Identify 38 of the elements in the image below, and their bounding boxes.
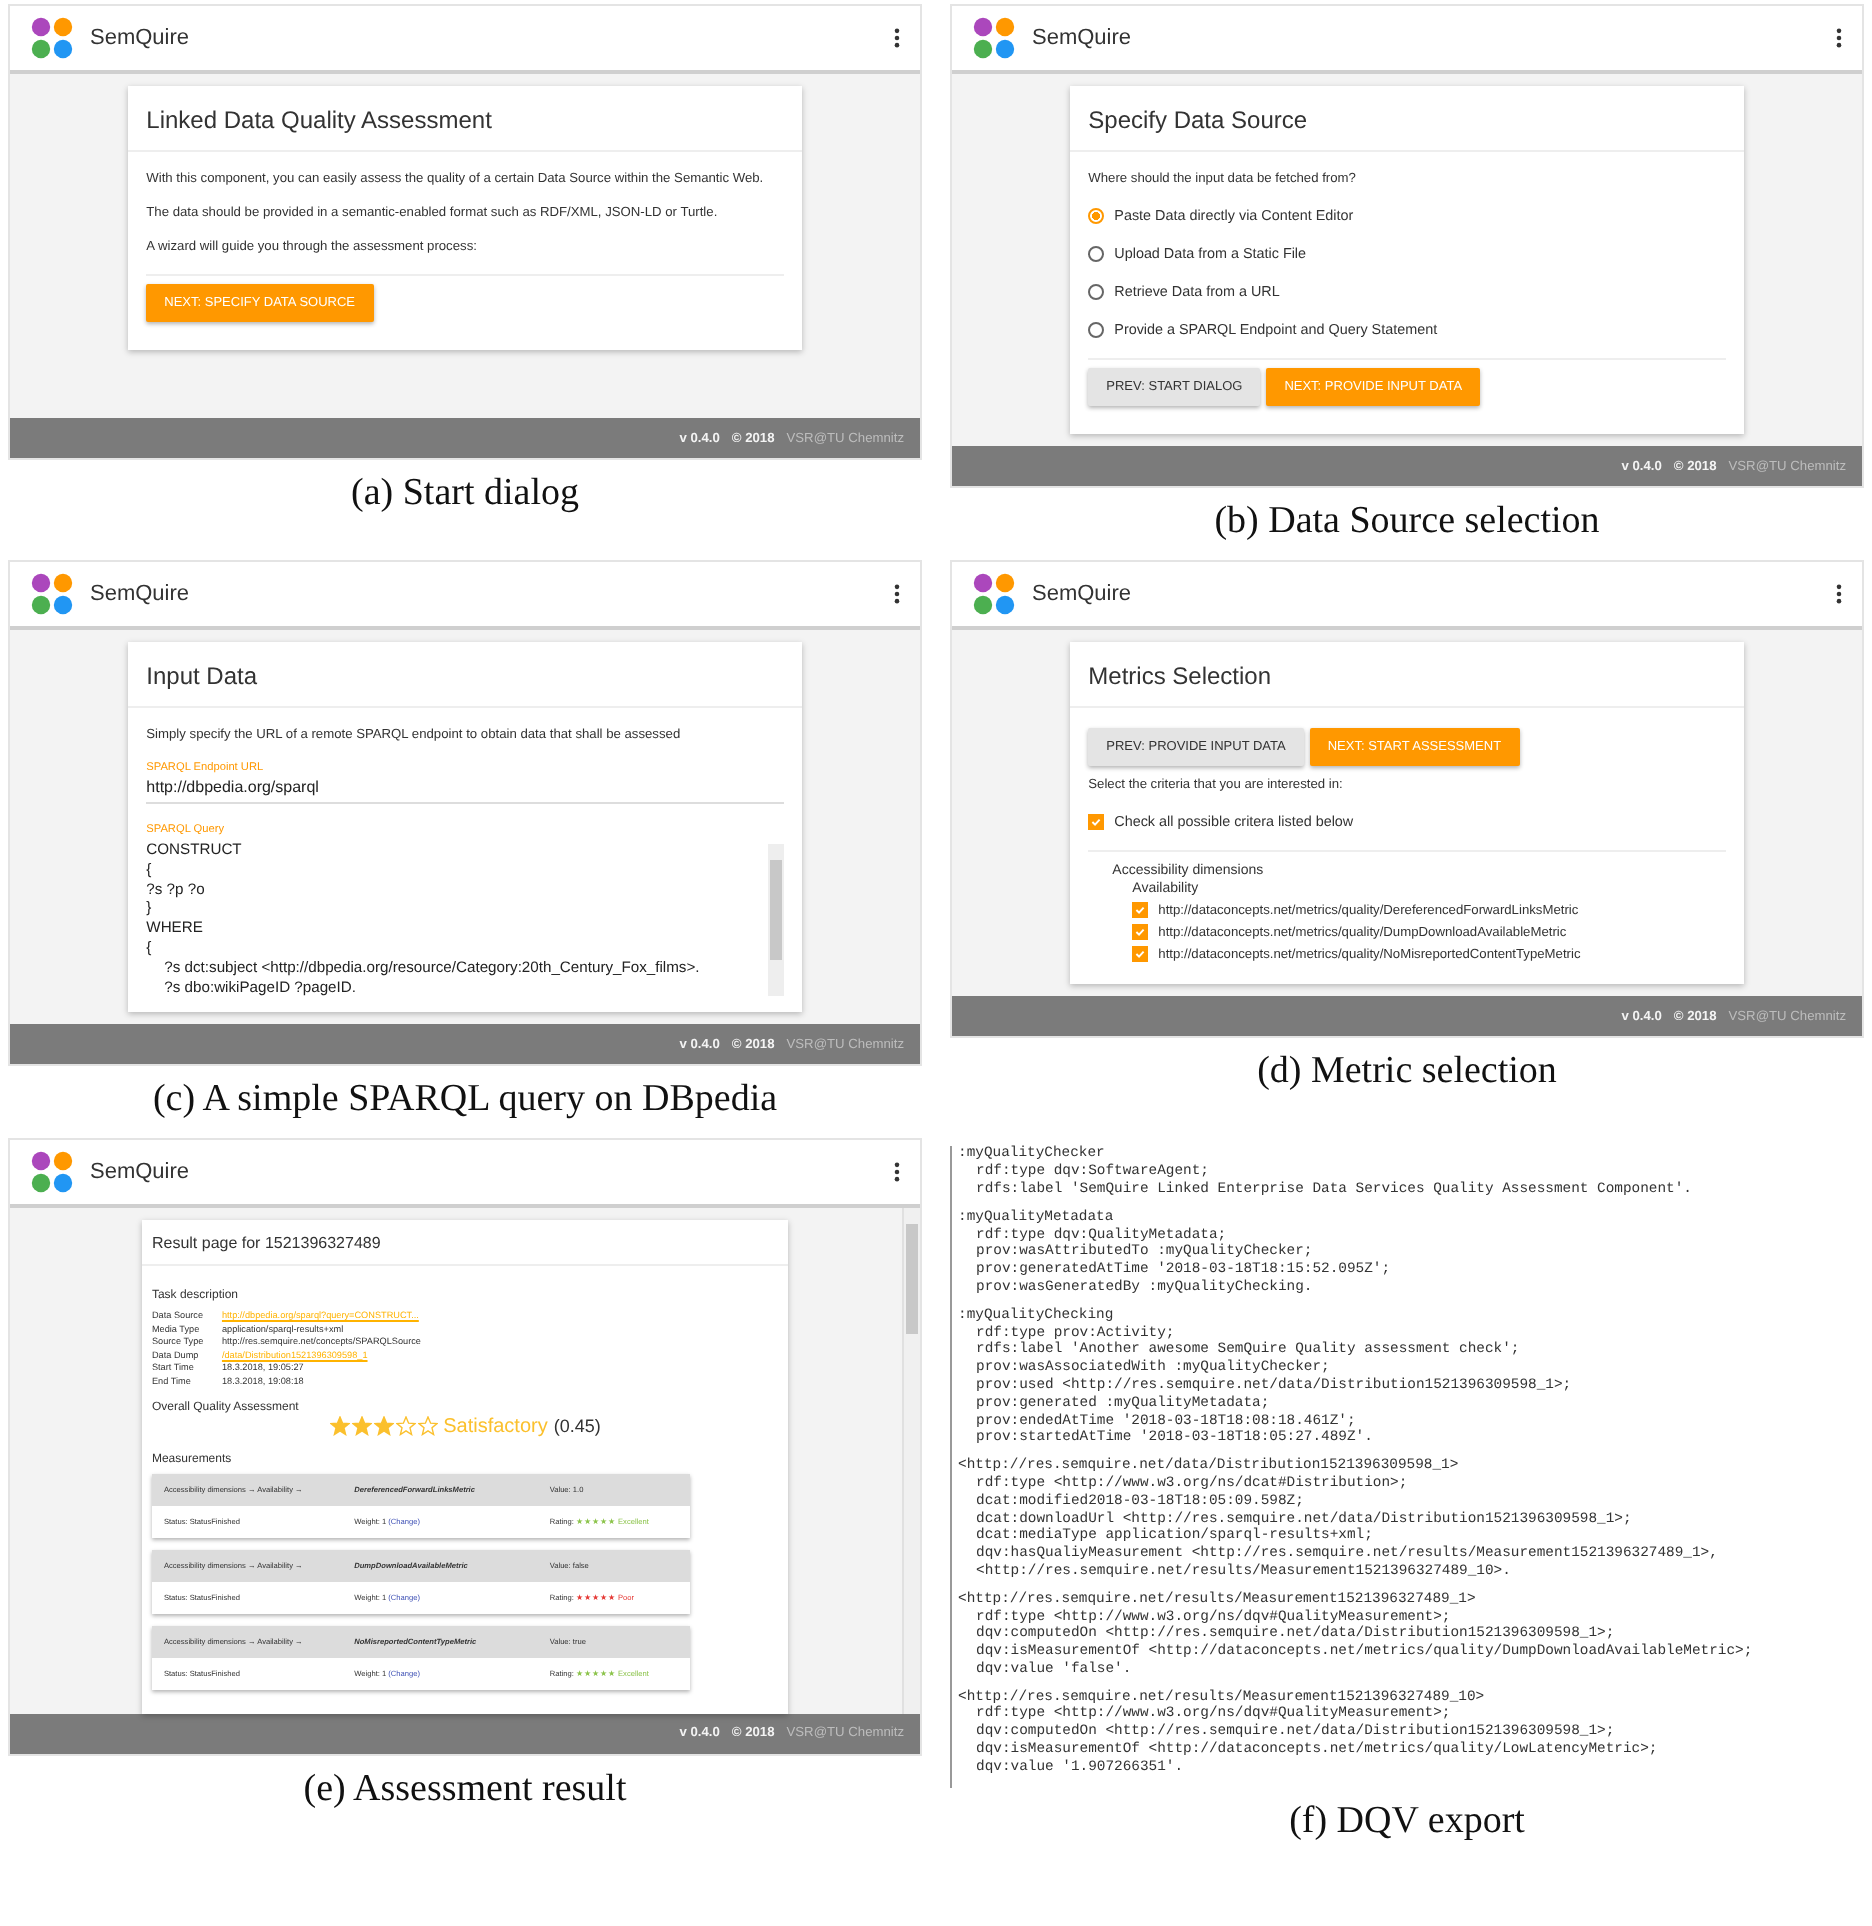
checkbox[interactable]: [1088, 813, 1105, 829]
radio-button[interactable]: [1088, 245, 1105, 261]
endpoint-url-field[interactable]: http://dbpedia.org/sparql: [146, 774, 784, 804]
scrollbar[interactable]: [902, 1208, 920, 1714]
checkbox[interactable]: [1132, 902, 1149, 918]
menu-icon[interactable]: [894, 1162, 900, 1183]
figure-caption: (c) A simple SPARQL query on DBpedia: [152, 1076, 778, 1125]
menu-icon[interactable]: [1836, 584, 1842, 604]
figure-caption: (a) Start dialog: [351, 470, 579, 518]
logo-icon: [30, 1150, 74, 1195]
score-text: (0.45): [553, 1416, 601, 1437]
rating-text: Satisfactory: [443, 1415, 548, 1438]
checkbox[interactable]: [1132, 946, 1149, 962]
menu-icon[interactable]: [894, 28, 900, 48]
radio-button[interactable]: [1088, 283, 1105, 299]
menu-icon[interactable]: [894, 584, 900, 604]
radio-button[interactable]: [1088, 321, 1105, 337]
radio-button[interactable]: [1088, 207, 1105, 223]
card-title: Input Data: [128, 642, 802, 708]
logo-icon: [30, 16, 74, 60]
figure-caption: (d) Metric selection: [1257, 1048, 1557, 1096]
logo-icon: [30, 572, 74, 616]
card-title: Specify Data Source: [1070, 86, 1744, 152]
card-title: Result page for 1521396327489: [141, 1220, 789, 1267]
app-name: SemQuire: [90, 26, 192, 50]
logo-icon: [972, 572, 1016, 616]
app-name: SemQuire: [1032, 26, 1134, 50]
app-name: SemQuire: [90, 1160, 192, 1185]
card-title: Metrics Selection: [1070, 642, 1744, 708]
checkbox[interactable]: [1132, 924, 1149, 940]
figure-caption: (e) Assessment result: [303, 1765, 627, 1814]
figure-caption: (b) Data Source selection: [1214, 498, 1600, 546]
card-title: Linked Data Quality Assessment: [128, 86, 802, 152]
app-name: SemQuire: [1032, 582, 1134, 606]
logo-icon: [972, 16, 1016, 60]
figure-caption: (f) DQV export: [1289, 1797, 1525, 1846]
menu-icon[interactable]: [1836, 28, 1842, 48]
app-name: SemQuire: [90, 582, 192, 606]
